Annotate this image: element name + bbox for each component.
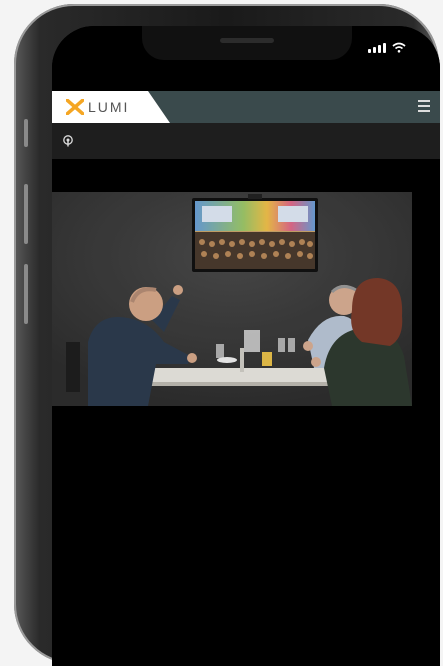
app-header: LUMI (52, 91, 440, 123)
volume-down-button (24, 264, 28, 324)
hamburger-menu-icon[interactable] (418, 100, 430, 115)
mute-switch (24, 119, 28, 147)
status-icons (368, 42, 406, 53)
status-bar (52, 26, 440, 91)
phone-frame: LUMI (14, 4, 440, 666)
speaker-grille (220, 38, 274, 43)
cellular-signal-icon (368, 43, 386, 53)
broadcast-icon[interactable] (62, 135, 74, 147)
lumi-logo[interactable]: LUMI (52, 91, 170, 123)
volume-up-button (24, 184, 28, 244)
wifi-icon (392, 42, 406, 53)
logo-text: LUMI (88, 99, 130, 115)
video-player[interactable] (52, 192, 412, 406)
spacer (52, 159, 440, 192)
toolbar (52, 123, 440, 159)
x-logo-icon (66, 99, 84, 115)
phone-screen: LUMI (52, 26, 440, 666)
notch (142, 26, 352, 60)
